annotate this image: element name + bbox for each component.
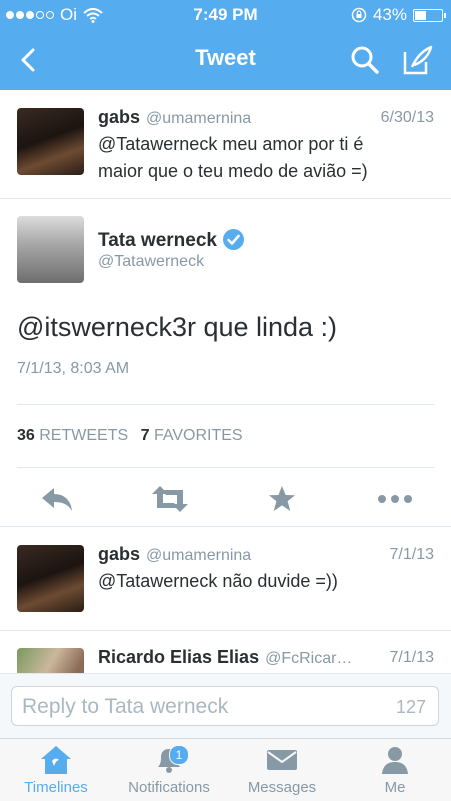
retweet-button[interactable] — [140, 479, 200, 519]
author-name[interactable]: Ricardo Elias Elias — [98, 647, 259, 667]
author-handle: @FcRicar… — [265, 650, 353, 667]
tab-label: Notifications — [128, 779, 210, 796]
reply-icon — [42, 488, 72, 511]
main-tweet: Tata werneck @Tatawerneck @itswerneck3r … — [0, 199, 451, 527]
tab-notifications[interactable]: 1 Notifications — [113, 739, 225, 801]
tweet-text-line: @Tatawerneck meu amor por ti é — [98, 134, 364, 154]
battery-percent: 43% — [372, 5, 407, 24]
favorites-label: FAVORITES — [153, 427, 243, 444]
tweet-text: @Tatawerneck não duvide =)) — [98, 571, 338, 591]
favorite-icon — [269, 486, 295, 511]
author-handle: @Tatawerneck — [98, 253, 205, 270]
retweets-count: 36 — [17, 427, 35, 444]
status-bar: Oi 7:49 PM 43% — [0, 0, 451, 30]
tab-label: Me — [384, 779, 406, 796]
more-icon — [378, 495, 412, 503]
tab-messages[interactable]: Messages — [226, 739, 338, 801]
more-button[interactable] — [365, 479, 425, 519]
reply-button[interactable] — [27, 479, 87, 519]
avatar[interactable] — [17, 108, 84, 175]
avatar[interactable] — [17, 648, 84, 673]
tweet-actions — [0, 479, 451, 519]
tweet-text-line: maior que o teu medo de avião =) — [98, 161, 368, 181]
reply-tweet[interactable]: gabs @umamernina 7/1/13 @Tatawerneck não … — [0, 527, 451, 631]
parent-tweet[interactable]: gabs @umamernina 6/30/13 @Tatawerneck meu… — [0, 90, 451, 199]
reply-placeholder: Reply to Tata werneck — [22, 695, 229, 718]
battery-icon — [413, 8, 446, 22]
tab-bar: Timelines 1 Notifications Messages Me — [0, 738, 451, 801]
search-icon — [351, 46, 379, 74]
compose-icon — [403, 45, 433, 75]
reply-input[interactable]: Reply to Tata werneck 127 — [11, 686, 439, 726]
retweet-icon — [152, 486, 188, 512]
reply-tweet[interactable]: Ricardo Elias Elias @FcRicar… 7/1/13 — [0, 631, 451, 673]
tweet-text: @itswerneck3r que linda :) — [17, 312, 338, 342]
author-name[interactable]: Tata werneck — [98, 230, 217, 251]
verified-badge-icon — [222, 229, 244, 250]
tweet-stats: 36 RETWEETS 7 FAVORITES — [17, 404, 434, 468]
favorites-count: 7 — [140, 427, 150, 444]
character-count: 127 — [395, 697, 426, 717]
tab-me[interactable]: Me — [339, 739, 451, 801]
battery-info: 43% — [351, 5, 446, 25]
tab-label: Messages — [247, 779, 317, 796]
tweet-date: 6/30/13 — [380, 109, 434, 126]
person-icon — [375, 744, 415, 776]
retweets-label: RETWEETS — [39, 427, 129, 444]
tab-timelines[interactable]: Timelines — [0, 739, 112, 801]
compose-button[interactable] — [398, 40, 438, 80]
home-icon — [36, 744, 76, 776]
author-handle: @umamernina — [146, 110, 252, 127]
tweet-date: 7/1/13 — [389, 546, 434, 563]
nav-bar: Tweet — [0, 30, 451, 90]
retweets-stat[interactable]: 36 RETWEETS — [17, 427, 128, 444]
avatar[interactable] — [17, 545, 84, 612]
author-handle: @umamernina — [146, 547, 252, 564]
tweet-timestamp: 7/1/13, 8:03 AM — [17, 360, 130, 377]
avatar[interactable] — [17, 216, 84, 283]
author-name[interactable]: gabs — [98, 544, 140, 564]
author-name[interactable]: gabs — [98, 107, 140, 127]
envelope-icon — [262, 744, 302, 776]
tab-label: Timelines — [24, 779, 88, 796]
search-button[interactable] — [345, 40, 385, 80]
favorite-button[interactable] — [252, 479, 312, 519]
notification-badge: 1 — [169, 745, 189, 765]
tweet-date: 7/1/13 — [389, 649, 434, 666]
rotation-lock-icon — [351, 7, 367, 23]
favorites-stat[interactable]: 7 FAVORITES — [141, 427, 243, 444]
reply-bar: Reply to Tata werneck 127 — [0, 673, 451, 739]
